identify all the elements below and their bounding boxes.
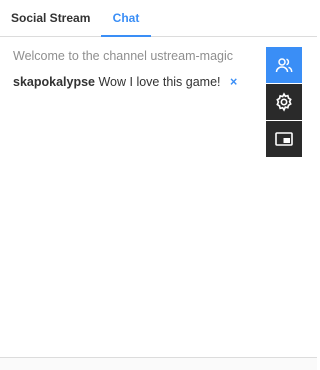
tab-bar: Social Stream Chat — [0, 0, 317, 37]
chat-messages: Welcome to the channel ustream-magic ska… — [0, 38, 260, 89]
tab-social-stream[interactable]: Social Stream — [0, 0, 101, 37]
delete-message-icon[interactable]: × — [230, 75, 237, 89]
message-username[interactable]: skapokalypse — [13, 75, 95, 89]
settings-button[interactable] — [266, 84, 302, 120]
side-toolbar — [266, 47, 302, 158]
users-button[interactable] — [266, 47, 302, 83]
gear-icon — [276, 92, 292, 112]
chat-message: skapokalypse Wow I love this game! × — [13, 75, 247, 89]
popout-button[interactable] — [266, 121, 302, 157]
footer-divider — [0, 357, 317, 370]
users-icon — [275, 58, 293, 73]
welcome-message: Welcome to the channel ustream-magic — [13, 49, 234, 63]
chat-app: Social Stream Chat Welcome to the channe… — [0, 0, 317, 370]
tab-chat[interactable]: Chat — [101, 0, 151, 37]
message-text: Wow I love this game! — [98, 75, 221, 89]
popout-icon — [275, 132, 293, 146]
